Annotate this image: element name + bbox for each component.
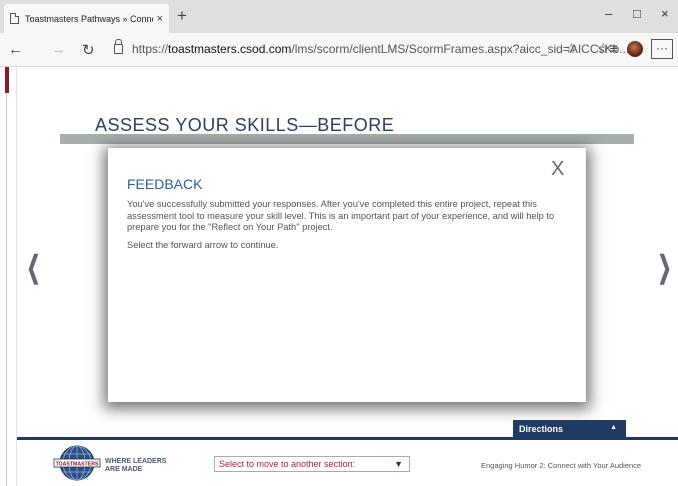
refresh-button[interactable]: ↻ — [82, 41, 95, 59]
next-arrow-icon[interactable]: ❯ — [658, 250, 672, 285]
footer-divider — [17, 437, 678, 440]
previous-arrow-icon[interactable]: ❮ — [27, 250, 41, 285]
tab-strip: Toastmasters Pathways » Conne × + – □ × — [0, 0, 678, 33]
chevron-down-icon: ▼ — [394, 459, 403, 469]
page-icon — [10, 13, 19, 24]
dialog-title: FEEDBACK — [127, 176, 203, 192]
title-underline-bar — [60, 134, 634, 144]
section-dropdown-value: Select to move to another section: — [219, 459, 356, 469]
tagline-line-2: ARE MADE — [105, 465, 143, 473]
browser-tab[interactable]: Toastmasters Pathways » Conne × — [4, 4, 169, 33]
logo-wordmark: TOASTMASTERS — [56, 461, 99, 467]
tab-title: Toastmasters Pathways » Conne — [25, 13, 153, 24]
continue-instruction: Select the forward arrow to continue. — [127, 239, 279, 250]
forward-button[interactable]: → — [51, 41, 66, 58]
favorites-icon[interactable]: ☆≡ — [597, 40, 618, 57]
directions-label: Directions — [519, 424, 564, 434]
maximize-button[interactable]: □ — [633, 6, 641, 21]
url-prefix: https:// — [132, 42, 169, 56]
tagline-line-1: WHERE LEADERS — [105, 458, 167, 465]
close-window-button[interactable]: × — [661, 6, 669, 21]
section-dropdown[interactable]: Select to move to another section: ▼ — [214, 456, 410, 472]
feedback-message: You've successfully submitted your respo… — [127, 199, 555, 233]
back-button[interactable]: ← — [8, 41, 23, 58]
profile-avatar[interactable] — [627, 41, 643, 57]
toastmasters-logo: TOASTMASTERS — [53, 445, 101, 481]
url-path: /lms/scorm/clientLMS/ScormFrames.aspx?ai… — [291, 42, 630, 56]
url-host: toastmasters.csod.com — [168, 42, 292, 56]
course-name: Engaging Humor 2: Connect with Your Audi… — [481, 461, 642, 470]
close-dialog-button[interactable]: X — [551, 158, 564, 181]
new-tab-button[interactable]: + — [177, 6, 187, 26]
tagline: WHERE LEADERS ARE MADE — [105, 458, 166, 473]
more-menu-button[interactable]: ··· — [651, 39, 673, 59]
directions-button[interactable]: Directions ▲ — [513, 420, 626, 438]
course-frame-border — [16, 67, 17, 486]
lock-icon[interactable] — [114, 39, 123, 54]
page-title: ASSESS YOUR SKILLS—BEFORE — [95, 115, 395, 135]
chevron-up-icon: ▲ — [610, 424, 617, 431]
frame-divider — [6, 93, 7, 486]
close-tab-icon[interactable]: × — [157, 13, 163, 25]
feedback-dialog: X FEEDBACK You've successfully submitted… — [108, 148, 586, 402]
url-field[interactable]: https://toastmasters.csod.com/lms/scorm/… — [132, 42, 629, 56]
page-content: ASSESS YOUR SKILLS—BEFORE ❮ ❯ X FEEDBACK… — [0, 67, 678, 486]
minimize-button[interactable]: – — [605, 6, 612, 21]
dialog-body: You've successfully submitted your respo… — [127, 199, 572, 257]
address-bar: ← → ↻ https://toastmasters.csod.com/lms/… — [0, 33, 678, 67]
frame-accent — [5, 67, 9, 93]
favorite-star-icon[interactable]: ☆ — [565, 40, 578, 57]
